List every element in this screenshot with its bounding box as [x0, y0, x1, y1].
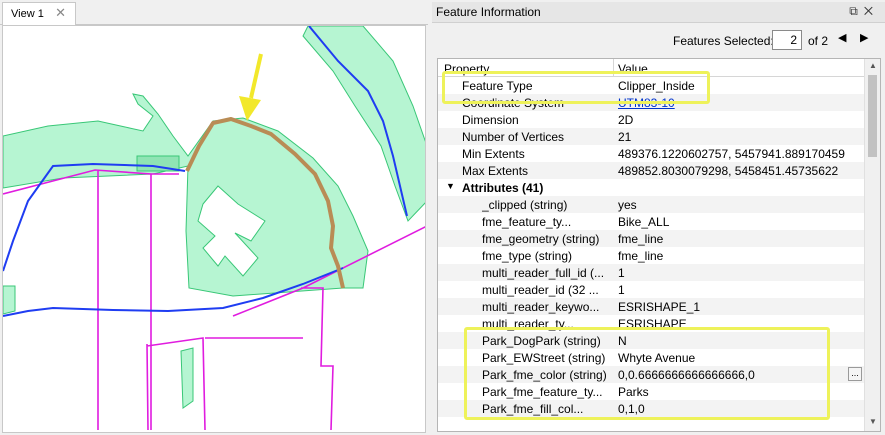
- scroll-down-icon[interactable]: ▼: [869, 417, 877, 426]
- property-name: Min Extents: [462, 147, 525, 161]
- annotation-arrow-icon: [249, 53, 263, 99]
- scroll-up-icon[interactable]: ▲: [869, 61, 877, 70]
- table-group-row[interactable]: ▼ Attributes (41): [438, 179, 864, 196]
- vertical-scrollbar[interactable]: ▲ ▼: [864, 59, 880, 431]
- property-name: multi_reader_ty...: [482, 317, 574, 331]
- table-row[interactable]: Number of Vertices 21: [438, 128, 864, 145]
- features-selected-input[interactable]: [772, 30, 802, 50]
- column-header-property[interactable]: Property: [444, 62, 489, 76]
- table-row[interactable]: multi_reader_full_id (... 1: [438, 264, 864, 281]
- features-total-label: of 2: [808, 34, 829, 48]
- table-row[interactable]: Park_EWStreet (string) Whyte Avenue: [438, 349, 864, 366]
- property-value: fme_line: [618, 232, 664, 246]
- restore-icon[interactable]: ⧉: [849, 4, 864, 18]
- next-feature-icon[interactable]: ▶: [860, 31, 868, 44]
- table-row[interactable]: Dimension 2D: [438, 111, 864, 128]
- property-value: 0,0.6666666666666666,0: [618, 368, 755, 382]
- selection-toolbar: Features Selected: of 2 ◀ ▶: [432, 24, 885, 56]
- property-value: Bike_ALL: [618, 215, 670, 229]
- property-name: Max Extents: [462, 164, 529, 178]
- park-polygon-main[interactable]: [3, 93, 369, 297]
- map-svg: [3, 26, 425, 431]
- property-name: Park_fme_feature_ty...: [482, 385, 603, 399]
- table-row[interactable]: Park_fme_feature_ty... Parks: [438, 383, 864, 400]
- table-header: Property Value: [438, 59, 864, 77]
- property-value: 489376.1220602757, 5457941.889170459: [618, 147, 845, 161]
- property-value: yes: [618, 198, 637, 212]
- property-value: Parks: [618, 385, 649, 399]
- property-value: 489852.8030079298, 5458451.45735622: [618, 164, 839, 178]
- table-row[interactable]: Min Extents 489376.1220602757, 5457941.88…: [438, 145, 864, 162]
- scroll-thumb[interactable]: [868, 75, 877, 157]
- property-name: fme_geometry (string): [482, 232, 600, 246]
- property-value: N: [618, 334, 627, 348]
- expand-arrow-icon[interactable]: ▼: [446, 181, 455, 191]
- table-row[interactable]: Park_fme_color (string) 0,0.6666666666666…: [438, 366, 864, 383]
- property-name: Park_EWStreet (string): [482, 351, 606, 365]
- tab-view-1[interactable]: View 1 ✕: [2, 2, 76, 25]
- previous-feature-icon[interactable]: ◀: [838, 31, 846, 44]
- table-row[interactable]: Max Extents 489852.8030079298, 5458451.45…: [438, 162, 864, 179]
- table-row[interactable]: fme_type (string) fme_line: [438, 247, 864, 264]
- property-name: fme_type (string): [482, 249, 573, 263]
- property-name: fme_feature_ty...: [482, 215, 572, 229]
- property-value: Clipper_Inside: [618, 79, 695, 93]
- panel-title: Feature Information: [436, 5, 541, 19]
- park-polygon-south[interactable]: [180, 347, 194, 409]
- table-row[interactable]: _clipped (string) yes: [438, 196, 864, 213]
- table-row[interactable]: multi_reader_ty... ESRISHAPE: [438, 315, 864, 332]
- view-panel: View 1 ✕: [0, 0, 428, 435]
- property-value: 2D: [618, 113, 634, 127]
- column-header-value[interactable]: Value: [618, 62, 648, 76]
- table-row[interactable]: fme_feature_ty... Bike_ALL: [438, 213, 864, 230]
- park-polygon-edge[interactable]: [3, 285, 16, 315]
- property-name: Park_DogPark (string): [482, 334, 601, 348]
- property-value: 1: [618, 283, 625, 297]
- table-row[interactable]: multi_reader_id (32 ... 1: [438, 281, 864, 298]
- feature-information-panel: Feature Information ⧉✕ Features Selected…: [432, 0, 885, 435]
- column-divider: [613, 59, 614, 77]
- tab-label: View 1: [11, 8, 44, 20]
- tab-close-icon[interactable]: ✕: [55, 6, 66, 20]
- property-name: multi_reader_full_id (...: [482, 266, 605, 280]
- table-row[interactable]: Park_DogPark (string) N: [438, 332, 864, 349]
- property-value: 1: [618, 266, 625, 280]
- table-row[interactable]: Feature Type Clipper_Inside: [438, 77, 864, 94]
- property-table: Property Value Feature Type Clipper_Insid…: [437, 58, 881, 432]
- property-value: ESRISHAPE_1: [618, 300, 701, 314]
- property-value: Whyte Avenue: [618, 351, 696, 365]
- property-name: multi_reader_keywo...: [482, 300, 600, 314]
- panel-titlebar: Feature Information ⧉✕: [432, 2, 885, 23]
- app-root: View 1 ✕ Feature Information ⧉✕ Features…: [0, 0, 885, 435]
- close-icon[interactable]: ✕: [864, 4, 879, 18]
- table-rows: Feature Type Clipper_Inside Coordinate Sys…: [438, 77, 864, 417]
- property-name: Attributes (41): [462, 181, 544, 195]
- map-canvas[interactable]: [2, 25, 426, 433]
- table-row[interactable]: Park_fme_fill_col... 0,1,0: [438, 400, 864, 417]
- property-name: multi_reader_id (32 ...: [482, 283, 599, 297]
- features-selected-label: Features Selected:: [673, 34, 774, 48]
- view-tabbar: View 1 ✕: [0, 0, 428, 25]
- property-name: Park_fme_fill_col...: [482, 402, 584, 416]
- annotation-arrowhead: [239, 96, 261, 121]
- property-value: ESRISHAPE: [618, 317, 687, 331]
- property-name: Feature Type: [462, 79, 533, 93]
- property-name: Number of Vertices: [462, 130, 565, 144]
- property-value-link[interactable]: UTM83-10: [618, 96, 675, 110]
- property-name: Coordinate System: [462, 96, 565, 110]
- property-value: 21: [618, 130, 632, 144]
- table-row[interactable]: multi_reader_keywo... ESRISHAPE_1: [438, 298, 864, 315]
- property-name: Dimension: [462, 113, 519, 127]
- property-value: 0,1,0: [618, 402, 645, 416]
- panel-window-controls: ⧉✕: [849, 4, 879, 19]
- property-value: fme_line: [618, 249, 664, 263]
- property-name: Park_fme_color (string): [482, 368, 607, 382]
- property-name: _clipped (string): [482, 198, 568, 212]
- more-button[interactable]: ...: [848, 367, 862, 381]
- table-row[interactable]: Coordinate System UTM83-10: [438, 94, 864, 111]
- table-row[interactable]: fme_geometry (string) fme_line: [438, 230, 864, 247]
